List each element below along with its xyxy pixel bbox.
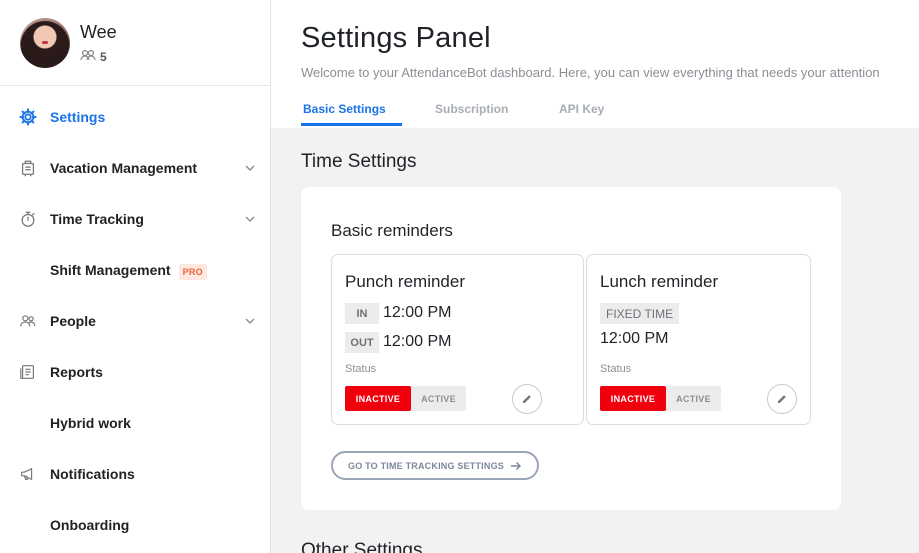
punch-reminder-title: Punch reminder [345, 272, 466, 291]
shift-management-label: Shift Management [50, 262, 171, 278]
inactive-option[interactable]: INACTIVE [345, 386, 411, 411]
sidebar-item-time-tracking[interactable]: Time Tracking [0, 204, 270, 234]
sidebar-item-label: Settings [50, 109, 106, 125]
sidebar-item-shift-management[interactable]: Shift Management PRO [0, 255, 270, 285]
avatar[interactable] [20, 18, 70, 68]
pencil-icon [778, 395, 786, 403]
tab-api-key[interactable]: API Key [559, 102, 604, 116]
tab-basic-settings[interactable]: Basic Settings [303, 102, 386, 116]
active-option[interactable]: ACTIVE [666, 386, 721, 411]
status-label: Status [345, 363, 377, 375]
sidebar-item-label: Vacation Management [50, 160, 198, 176]
sidebar-item-label: Reports [50, 364, 103, 380]
gear-icon [18, 107, 38, 127]
tab-subscription[interactable]: Subscription [435, 102, 508, 116]
active-option[interactable]: ACTIVE [411, 386, 466, 411]
page-header: Settings Panel Welcome to your Attendanc… [271, 0, 919, 128]
stopwatch-icon [18, 209, 38, 229]
sidebar-item-vacation-management[interactable]: Vacation Management [0, 153, 270, 183]
user-profile[interactable]: Wee 5 [0, 0, 270, 86]
arrow-right-icon [510, 461, 521, 470]
sidebar-item-notifications[interactable]: Notifications [0, 459, 270, 489]
fixed-time-tag: FIXED TIME [600, 303, 680, 324]
go-to-time-tracking-button[interactable]: GO TO TIME TRACKING SETTINGS [331, 451, 539, 480]
luggage-icon [18, 158, 38, 178]
in-tag: IN [345, 303, 379, 324]
people-icon [18, 311, 38, 331]
sidebar-item-label: Notifications [50, 466, 135, 482]
edit-lunch-button[interactable] [767, 384, 797, 414]
punch-in-time: 12:00 PM [383, 304, 452, 321]
megaphone-icon [18, 464, 38, 484]
chevron-down-icon[interactable] [244, 315, 256, 327]
other-settings-heading: Other Settings [301, 540, 423, 553]
out-tag: OUT [345, 332, 379, 353]
chevron-down-icon[interactable] [244, 162, 256, 174]
lunch-time: 12:00 PM [600, 330, 669, 347]
page-subtitle: Welcome to your AttendanceBot dashboard.… [301, 65, 880, 80]
sidebar: Wee 5 Settings Vacation Management Time … [0, 0, 271, 553]
chevron-down-icon[interactable] [244, 213, 256, 225]
sidebar-item-label: Time Tracking [50, 211, 144, 227]
pro-badge: PRO [178, 264, 207, 280]
go-to-time-tracking-label: GO TO TIME TRACKING SETTINGS [348, 460, 504, 471]
lunch-status-toggle[interactable]: INACTIVE ACTIVE [600, 386, 721, 411]
members-icon [80, 49, 96, 64]
sidebar-item-onboarding[interactable]: Onboarding [0, 510, 270, 540]
sidebar-item-label: Onboarding [50, 517, 130, 533]
members-count: 5 [80, 49, 107, 64]
punch-out-time: 12:00 PM [383, 333, 452, 350]
lunch-reminder-title: Lunch reminder [600, 272, 719, 291]
user-name: Wee [80, 22, 117, 42]
page-title: Settings Panel [301, 22, 491, 54]
sidebar-item-settings[interactable]: Settings [0, 102, 270, 132]
status-label: Status [600, 363, 632, 375]
sidebar-item-label: People [50, 313, 96, 329]
members-count-value: 5 [100, 49, 107, 64]
report-icon [18, 362, 38, 382]
punch-status-toggle[interactable]: INACTIVE ACTIVE [345, 386, 466, 411]
lunch-reminder-card: Lunch reminder FIXED TIME 12:00 PM Statu… [586, 254, 811, 425]
pencil-icon [523, 395, 531, 403]
active-tab-indicator [301, 123, 402, 126]
sidebar-item-label: Shift Management PRO [50, 262, 207, 280]
sidebar-item-label: Hybrid work [50, 415, 131, 431]
inactive-option[interactable]: INACTIVE [600, 386, 666, 411]
time-settings-heading: Time Settings [301, 151, 417, 172]
main-content: Settings Panel Welcome to your Attendanc… [271, 0, 919, 553]
edit-punch-button[interactable] [512, 384, 542, 414]
sidebar-item-hybrid-work[interactable]: Hybrid work [0, 408, 270, 438]
basic-reminders-heading: Basic reminders [331, 221, 453, 240]
sidebar-item-reports[interactable]: Reports [0, 357, 270, 387]
sidebar-item-people[interactable]: People [0, 306, 270, 336]
punch-reminder-card: Punch reminder IN 12:00 PM OUT 12:00 PM … [331, 254, 584, 425]
basic-reminders-card: Basic reminders Punch reminder IN 12:00 … [301, 187, 841, 510]
